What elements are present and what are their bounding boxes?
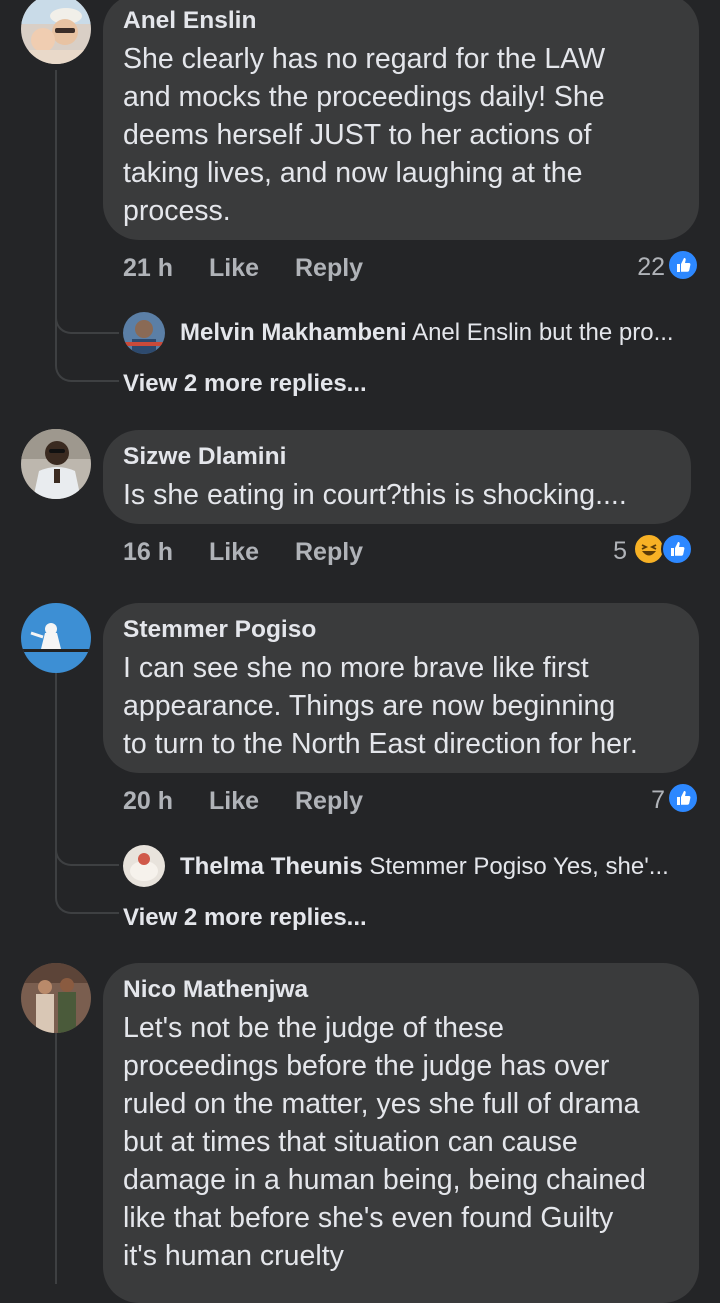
reaction-count[interactable]: 5 bbox=[613, 537, 627, 566]
avatar[interactable] bbox=[123, 845, 165, 887]
avatar[interactable] bbox=[21, 603, 91, 673]
reaction-count[interactable]: 22 bbox=[637, 253, 665, 282]
comment-time[interactable]: 21 h bbox=[123, 254, 173, 283]
comment-text: She clearly has no regard for the LAW an… bbox=[123, 43, 606, 227]
like-icon bbox=[661, 533, 693, 565]
comment-bubble: Anel Enslin She clearly has no regard fo… bbox=[103, 0, 699, 240]
comment-text: Is she eating in court?this is shocking.… bbox=[123, 479, 627, 511]
avatar[interactable] bbox=[21, 0, 91, 64]
comment-author[interactable]: Nico Mathenjwa bbox=[123, 976, 308, 1004]
reply-author[interactable]: Thelma Theunis bbox=[180, 853, 363, 880]
reply-preview[interactable]: Melvin Makhambeni Anel Enslin but the pr… bbox=[180, 319, 674, 347]
comment-bubble: Stemmer Pogiso I can see she no more bra… bbox=[103, 603, 699, 773]
like-button[interactable]: Like bbox=[209, 254, 259, 283]
comment-time[interactable]: 20 h bbox=[123, 787, 173, 816]
thread-line bbox=[55, 70, 57, 310]
thread-elbow bbox=[55, 290, 119, 382]
comment-text: I can see she no more brave like first a… bbox=[123, 652, 638, 760]
like-button[interactable]: Like bbox=[209, 787, 259, 816]
reply-preview[interactable]: Thelma Theunis Stemmer Pogiso Yes, she'.… bbox=[180, 853, 669, 881]
like-button[interactable]: Like bbox=[209, 538, 259, 567]
avatar[interactable] bbox=[21, 963, 91, 1033]
comment-bubble: Nico Mathenjwa Let's not be the judge of… bbox=[103, 963, 699, 1303]
comment-author[interactable]: Stemmer Pogiso bbox=[123, 616, 316, 644]
avatar[interactable] bbox=[123, 312, 165, 354]
comment-bubble: Sizwe Dlamini Is she eating in court?thi… bbox=[103, 430, 691, 524]
reply-author[interactable]: Melvin Makhambeni bbox=[180, 319, 407, 346]
view-more-replies[interactable]: View 2 more replies... bbox=[123, 904, 367, 932]
reply-button[interactable]: Reply bbox=[295, 538, 363, 567]
thread-elbow bbox=[55, 820, 119, 914]
like-icon bbox=[667, 782, 699, 814]
comment-time[interactable]: 16 h bbox=[123, 538, 173, 567]
reply-text: Anel Enslin but the pro... bbox=[412, 319, 674, 346]
comment-author[interactable]: Anel Enslin bbox=[123, 7, 256, 35]
comment-author[interactable]: Sizwe Dlamini bbox=[123, 443, 286, 471]
like-icon bbox=[667, 249, 699, 281]
view-more-replies[interactable]: View 2 more replies... bbox=[123, 370, 367, 398]
reply-text: Stemmer Pogiso Yes, she'... bbox=[369, 853, 669, 880]
thread-line bbox=[55, 1032, 57, 1284]
reaction-count[interactable]: 7 bbox=[651, 786, 665, 815]
reply-button[interactable]: Reply bbox=[295, 787, 363, 816]
reply-button[interactable]: Reply bbox=[295, 254, 363, 283]
avatar[interactable] bbox=[21, 429, 91, 499]
comment-text: Let's not be the judge of these proceedi… bbox=[123, 1012, 646, 1272]
